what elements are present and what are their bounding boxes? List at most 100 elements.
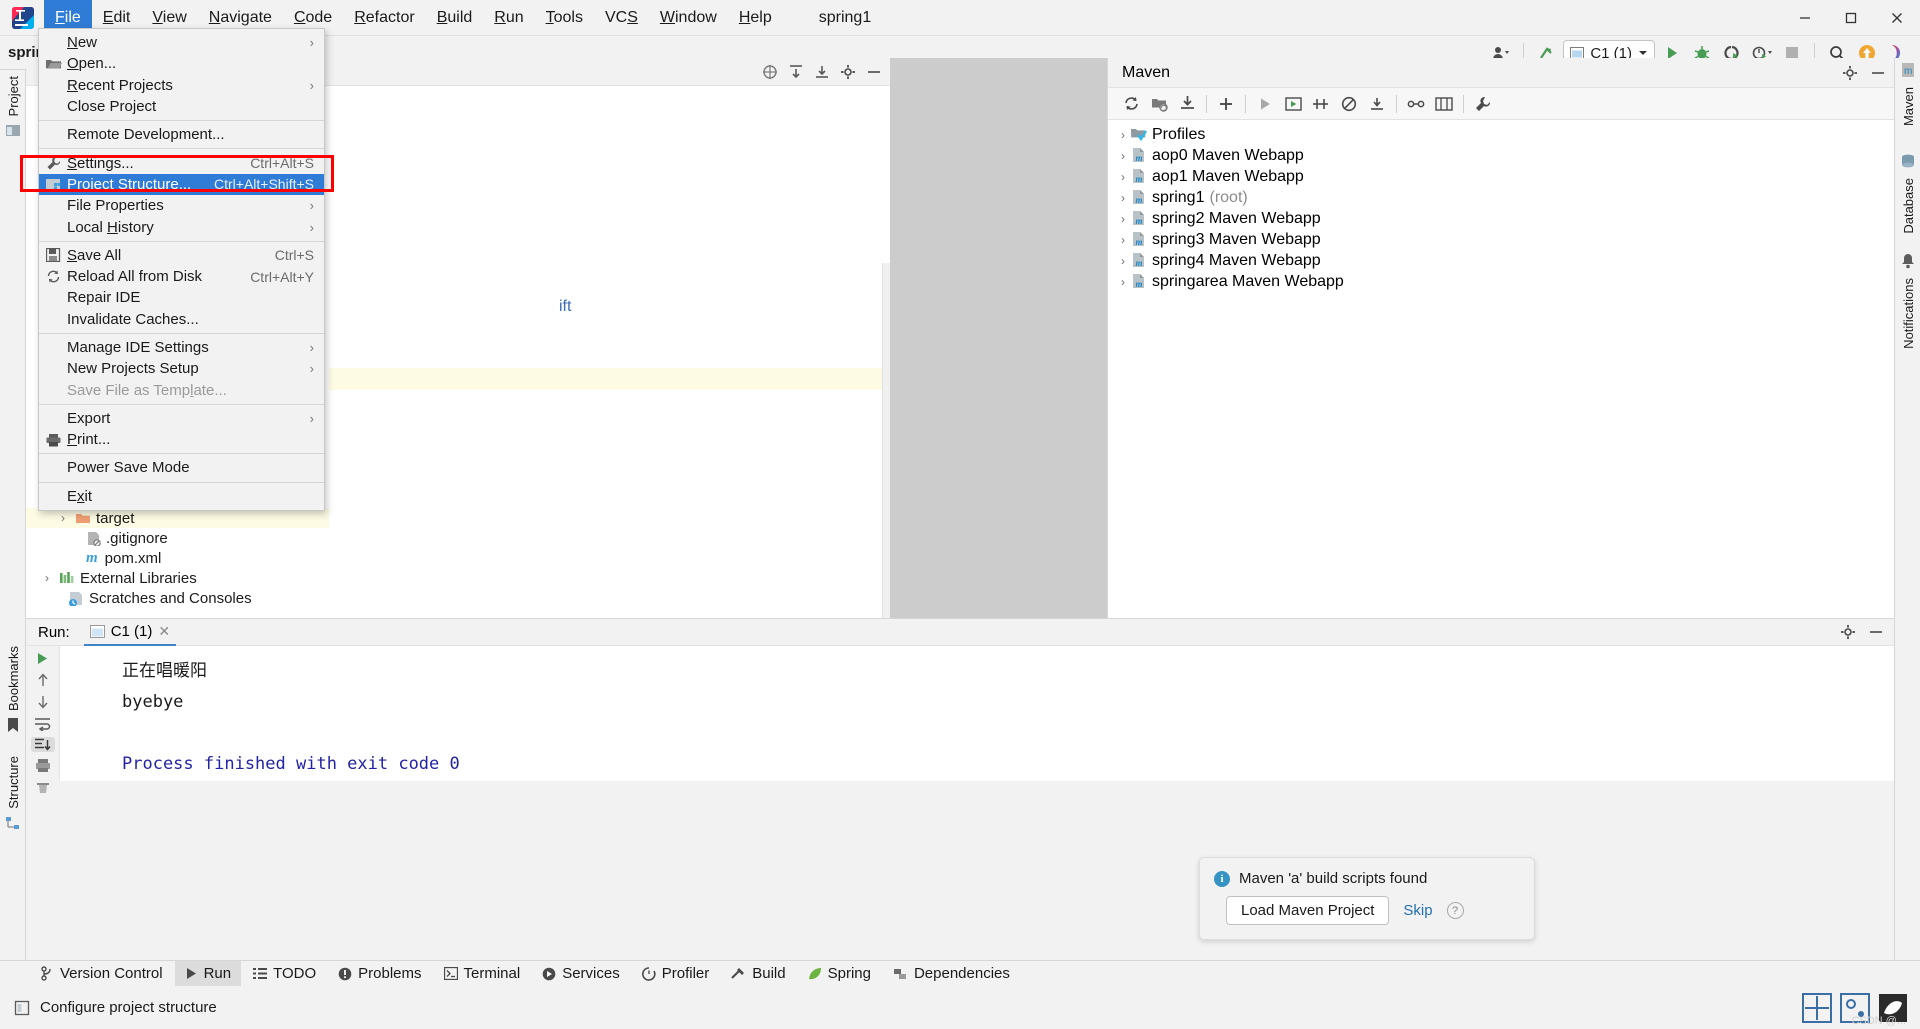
tool-window-dependencies[interactable]: Dependencies (883, 961, 1020, 987)
tool-window-services[interactable]: Services (532, 961, 630, 987)
menu-item-repair-ide[interactable]: Repair IDE (39, 287, 324, 308)
rerun-icon[interactable] (31, 651, 55, 666)
menu-window[interactable]: Window (649, 0, 728, 36)
execute-maven-goal-icon[interactable] (1280, 91, 1306, 117)
menu-item-recent-projects[interactable]: Recent Projects › (39, 75, 324, 96)
menu-item-new-projects-setup[interactable]: New Projects Setup › (39, 358, 324, 379)
chevron-right-icon[interactable]: › (56, 511, 70, 525)
maven-tree-item-springarea[interactable]: › m springarea Maven Webapp (1108, 271, 1894, 292)
clear-all-icon[interactable] (31, 779, 55, 794)
settings-wrench-icon[interactable] (1470, 91, 1496, 117)
sidebar-item-database[interactable]: Database (1895, 153, 1920, 240)
maximize-button[interactable] (1828, 0, 1874, 36)
tool-window-todo[interactable]: TODO (243, 961, 326, 987)
minimize-button[interactable] (1782, 0, 1828, 36)
hide-icon[interactable] (1870, 65, 1886, 81)
toggle-skip-tests-icon[interactable] (1308, 91, 1334, 117)
maven-tree-item-spring2[interactable]: › m spring2 Maven Webapp (1108, 208, 1894, 229)
menu-item-close-project[interactable]: Close Project (39, 96, 324, 117)
chevron-right-icon[interactable]: › (1116, 275, 1130, 289)
menu-item-save-all[interactable]: Save All Ctrl+S (39, 245, 324, 266)
gear-icon[interactable] (1840, 624, 1856, 640)
gear-icon[interactable] (1842, 65, 1858, 81)
sidebar-item-project[interactable]: Project (0, 70, 26, 138)
maven-tree-item-profiles[interactable]: › Profiles (1108, 124, 1894, 145)
hide-icon[interactable] (1868, 624, 1884, 640)
console-output[interactable]: 正在唱暖阳 byebye Process finished with exit … (60, 646, 1894, 781)
menu-refactor[interactable]: Refactor (343, 0, 425, 36)
menu-item-settings[interactable]: Settings... Ctrl+Alt+S (39, 152, 324, 173)
menu-item-print[interactable]: Print... (39, 429, 324, 450)
inspections-icon[interactable] (762, 64, 778, 80)
tool-window-spring[interactable]: Spring (798, 961, 881, 987)
menu-item-file-properties[interactable]: File Properties › (39, 195, 324, 216)
tool-window-run[interactable]: Run (175, 961, 242, 987)
expand-all-icon[interactable] (788, 64, 804, 80)
load-maven-project-button[interactable]: Load Maven Project (1226, 896, 1389, 925)
maven-projects-tree[interactable]: › Profiles › m aop0 Maven Webapp › m aop… (1108, 120, 1894, 292)
maven-tree-item-spring1[interactable]: › m spring1 (root) (1108, 187, 1894, 208)
show-dependencies-icon[interactable] (1403, 91, 1429, 117)
tool-window-terminal[interactable]: Terminal (434, 961, 531, 987)
tool-window-build[interactable]: Build (721, 961, 795, 987)
menu-run[interactable]: Run (483, 0, 534, 36)
menu-item-exit[interactable]: Exit (39, 486, 324, 507)
tool-window-problems[interactable]: Problems (328, 961, 431, 987)
maven-tree-item-spring3[interactable]: › m spring3 Maven Webapp (1108, 229, 1894, 250)
soft-wrap-icon[interactable] (31, 716, 55, 731)
up-arrow-icon[interactable] (31, 672, 55, 688)
sidebar-item-bookmarks[interactable]: Bookmarks (0, 640, 26, 733)
file-menu-dropdown[interactable]: New › Open... Recent Projects › Close Pr… (38, 28, 325, 511)
maven-tree-item-spring4[interactable]: › m spring4 Maven Webapp (1108, 250, 1894, 271)
chevron-right-icon[interactable]: › (40, 571, 54, 585)
add-maven-project-icon[interactable] (1146, 91, 1172, 117)
tool-window-version-control[interactable]: Version Control (30, 961, 173, 987)
ime-grid-icon[interactable] (1802, 993, 1832, 1023)
expand-panel-icon[interactable] (1431, 91, 1457, 117)
down-arrow-icon[interactable] (31, 694, 55, 710)
menu-item-new[interactable]: New › (39, 32, 324, 53)
close-button[interactable] (1874, 0, 1920, 36)
editor-scrollbar[interactable] (882, 263, 890, 618)
maven-tree-item-aop0[interactable]: › m aop0 Maven Webapp (1108, 145, 1894, 166)
maven-tree-item-aop1[interactable]: › m aop1 Maven Webapp (1108, 166, 1894, 187)
chevron-right-icon[interactable]: › (1116, 149, 1130, 163)
menu-item-export[interactable]: Export › (39, 408, 324, 429)
chevron-right-icon[interactable]: › (1116, 212, 1130, 226)
close-icon[interactable]: ✕ (158, 623, 170, 640)
download-sources-icon[interactable] (1174, 91, 1200, 117)
chevron-right-icon[interactable]: › (1116, 254, 1130, 268)
menu-item-open[interactable]: Open... (39, 53, 324, 74)
menu-item-manage-ide-settings[interactable]: Manage IDE Settings › (39, 337, 324, 358)
skip-link[interactable]: Skip (1403, 902, 1432, 919)
menu-item-power-save-mode[interactable]: Power Save Mode (39, 457, 324, 478)
sidebar-item-structure[interactable]: Structure (0, 750, 26, 831)
menu-vcs[interactable]: VCS (594, 0, 649, 36)
chevron-right-icon[interactable]: › (1116, 170, 1130, 184)
chevron-right-icon[interactable]: › (1116, 128, 1130, 142)
chevron-right-icon[interactable]: › (1116, 233, 1130, 247)
tool-window-profiler[interactable]: Profiler (632, 961, 720, 987)
sidebar-item-maven[interactable]: m Maven (1895, 62, 1920, 132)
menu-item-reload-all-from-disk[interactable]: Reload All from Disk Ctrl+Alt+Y (39, 266, 324, 287)
menu-build[interactable]: Build (426, 0, 484, 36)
chevron-right-icon[interactable]: › (1116, 191, 1130, 205)
menu-item-invalidate-caches[interactable]: Invalidate Caches... (39, 309, 324, 330)
gear-icon[interactable] (840, 64, 856, 80)
run-tab-c1[interactable]: C1 (1) ✕ (84, 619, 176, 646)
reload-icon[interactable] (1118, 91, 1144, 117)
print-icon[interactable] (31, 758, 55, 773)
scroll-to-end-icon[interactable] (31, 737, 55, 752)
collapse-all-icon[interactable] (1364, 91, 1390, 117)
editor-area[interactable]: ift (329, 58, 890, 618)
menu-help[interactable]: Help (728, 0, 783, 36)
menu-tools[interactable]: Tools (535, 0, 594, 36)
menu-item-local-history[interactable]: Local History › (39, 216, 324, 237)
menu-item-project-structure[interactable]: Project Structure... Ctrl+Alt+Shift+S (39, 174, 324, 195)
question-mark-icon[interactable]: ? (1447, 902, 1464, 919)
collapse-all-icon[interactable] (814, 64, 830, 80)
sidebar-item-notifications[interactable]: Notifications (1895, 253, 1920, 355)
add-icon[interactable] (1213, 91, 1239, 117)
menu-item-remote-development[interactable]: Remote Development... (39, 124, 324, 145)
hide-icon[interactable] (866, 64, 882, 80)
